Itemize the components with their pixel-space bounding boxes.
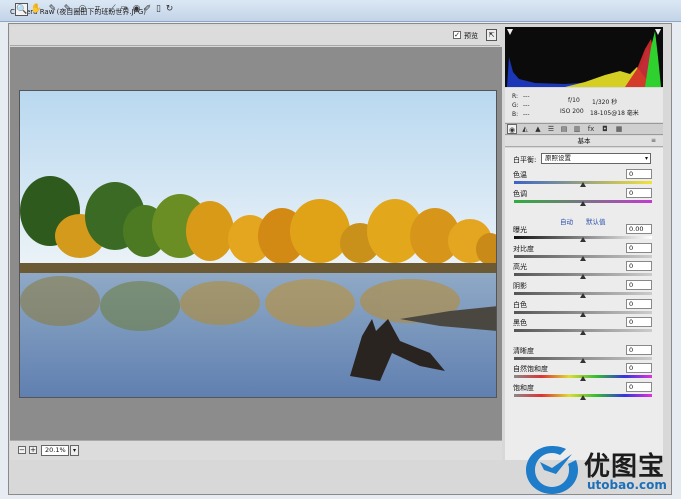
- slider-thumb[interactable]: [580, 274, 586, 279]
- slider-label: 对比度: [513, 245, 534, 253]
- slider-label: 黑色: [513, 319, 527, 327]
- toolbar: [10, 26, 500, 46]
- tab-effects-icon[interactable]: fx: [586, 124, 596, 134]
- b-label: B:: [512, 111, 519, 118]
- bird-logo-icon: [526, 446, 578, 494]
- slider-value-field[interactable]: 0: [626, 345, 652, 355]
- default-link[interactable]: 默认值: [586, 216, 606, 226]
- g-label: G:: [512, 102, 519, 109]
- slider-label: 白色: [513, 301, 527, 309]
- zoom-out-button[interactable]: −: [18, 446, 26, 454]
- histogram-graph: [507, 29, 661, 87]
- preview-photo: [19, 90, 497, 398]
- watermark-url: utobao.com: [587, 478, 667, 492]
- slider-value-field[interactable]: 0: [626, 243, 652, 253]
- bottom-bar: [10, 440, 502, 460]
- white-balance-value: 原照设置: [545, 154, 571, 162]
- section-title: 基本: [505, 136, 663, 147]
- r-value: ---: [523, 93, 530, 100]
- slider-label: 曝光: [513, 226, 527, 234]
- slider-thumb[interactable]: [580, 395, 586, 400]
- slider-thumb[interactable]: [580, 237, 586, 242]
- preview-checkbox[interactable]: ✓: [453, 31, 461, 39]
- slider-label: 清晰度: [513, 347, 534, 355]
- auto-link[interactable]: 自动: [560, 216, 573, 226]
- slider-thumb[interactable]: [580, 256, 586, 261]
- color-sampler-tool-icon[interactable]: ✎: [61, 3, 74, 16]
- tab-basic-icon[interactable]: ◉: [507, 124, 517, 134]
- tab-camera-calibration-icon[interactable]: ◘: [600, 124, 610, 134]
- b-value: ---: [523, 111, 530, 118]
- chevron-down-icon: ▾: [644, 155, 648, 162]
- histogram: [505, 27, 663, 87]
- zoom-dropdown-icon[interactable]: ▾: [70, 445, 79, 456]
- slider-thumb[interactable]: [580, 201, 586, 206]
- slider-value-field[interactable]: 0: [626, 188, 652, 198]
- tab-lens-corrections-icon[interactable]: ▥: [572, 124, 582, 134]
- slider-value-field[interactable]: 0: [626, 169, 652, 179]
- slider-label: 饱和度: [513, 384, 534, 392]
- focal-length-value: 18-105@18 毫米: [590, 110, 639, 117]
- iso-value: ISO 200: [560, 108, 584, 115]
- slider-value-field[interactable]: 0: [626, 299, 652, 309]
- white-balance-tool-icon[interactable]: ✎: [46, 3, 59, 16]
- slider-value-field[interactable]: 0: [626, 382, 652, 392]
- slider-thumb[interactable]: [580, 358, 586, 363]
- slider-thumb[interactable]: [580, 330, 586, 335]
- white-balance-select[interactable]: 原照设置 ▾: [541, 153, 651, 164]
- crop-tool-icon[interactable]: ⌗: [91, 3, 104, 16]
- slider-label: 高光: [513, 263, 527, 271]
- r-label: R:: [512, 93, 519, 100]
- slider-thumb[interactable]: [580, 182, 586, 187]
- slider-value-field[interactable]: 0.00: [626, 224, 652, 234]
- slider-label: 色调: [513, 190, 527, 198]
- tab-tone-curve-icon[interactable]: ◭: [520, 124, 530, 134]
- panel-menu-icon[interactable]: ≡: [651, 137, 656, 144]
- aperture-value: f/10: [568, 97, 580, 104]
- rotate-tool-icon[interactable]: ↻: [163, 3, 176, 16]
- hand-tool-icon[interactable]: ✋: [30, 3, 43, 16]
- slider-value-field[interactable]: 0: [626, 280, 652, 290]
- slider-thumb[interactable]: [580, 312, 586, 317]
- tab-detail-icon[interactable]: ▲: [533, 124, 543, 134]
- white-balance-label: 白平衡:: [513, 156, 537, 164]
- preview-label: 预览: [464, 32, 478, 40]
- landscape-image: [20, 91, 496, 397]
- tab-split-toning-icon[interactable]: ▤: [559, 124, 569, 134]
- zoom-tool-icon[interactable]: 🔍: [15, 3, 28, 16]
- shutter-value: 1/320 秒: [592, 99, 618, 106]
- zoom-level-field[interactable]: 20.1%: [41, 445, 69, 456]
- slider-value-field[interactable]: 0: [626, 261, 652, 271]
- slider-value-field[interactable]: 0: [626, 317, 652, 327]
- slider-thumb[interactable]: [580, 293, 586, 298]
- tab-presets-icon[interactable]: ▦: [614, 124, 624, 134]
- g-value: ---: [523, 102, 530, 109]
- fullscreen-icon[interactable]: ⇱: [486, 29, 497, 41]
- slider-label: 色温: [513, 171, 527, 179]
- slider-thumb[interactable]: [580, 376, 586, 381]
- targeted-adjustment-tool-icon[interactable]: ◎: [76, 3, 89, 16]
- slider-value-field[interactable]: 0: [626, 363, 652, 373]
- slider-label: 自然饱和度: [513, 365, 548, 373]
- zoom-in-button[interactable]: +: [29, 446, 37, 454]
- tab-hsl-icon[interactable]: ☰: [546, 124, 556, 134]
- slider-label: 阴影: [513, 282, 527, 290]
